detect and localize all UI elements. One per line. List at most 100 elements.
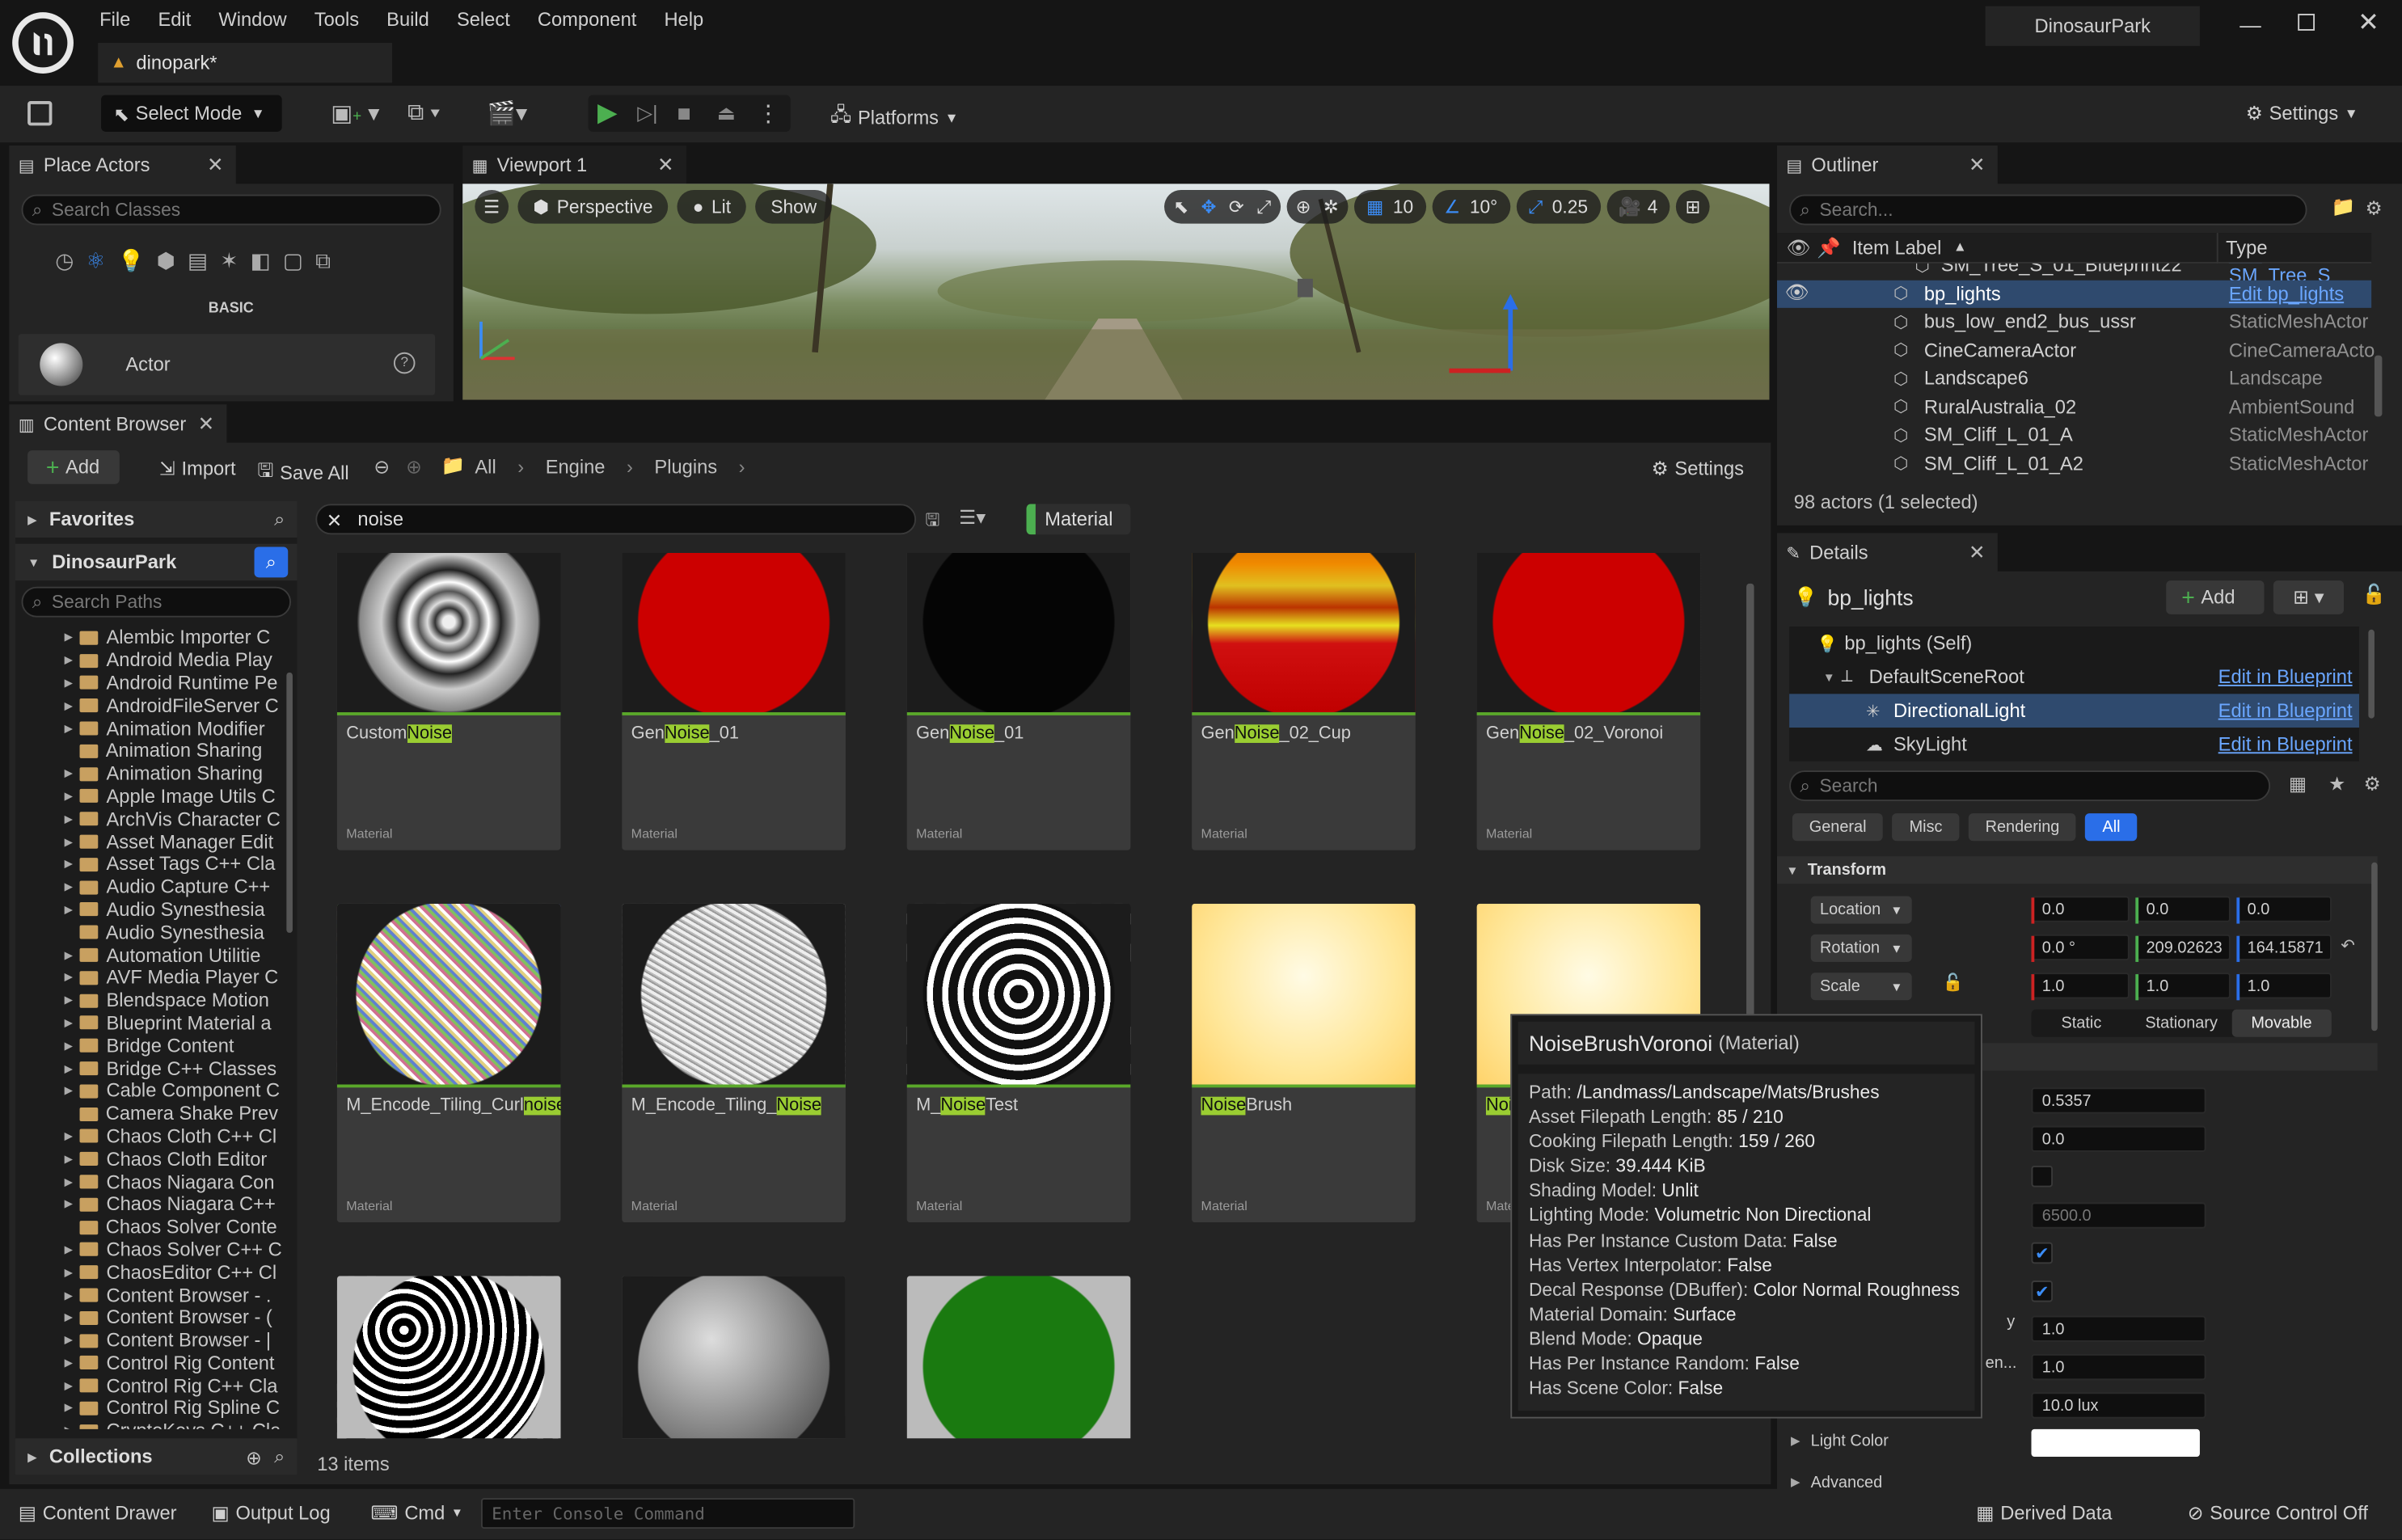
search-active-icon[interactable]: ⌕	[254, 546, 289, 578]
close-icon[interactable]: ✕	[657, 153, 674, 177]
asset-tile[interactable]	[622, 1276, 846, 1439]
folder-item[interactable]: ▶ Content Browser - .	[15, 1284, 285, 1306]
mobility-static[interactable]: Static	[2032, 1014, 2132, 1032]
component-row[interactable]: ▼ ⟂ DefaultSceneRoot Edit in Blueprint	[1789, 660, 2359, 694]
folder-item[interactable]: ▶ Blueprint Material a	[15, 1012, 285, 1035]
scale-snap-button[interactable]: ⤢ 0.25	[1515, 189, 1601, 224]
skip-icon[interactable]: ▷|	[637, 101, 677, 125]
settings-button[interactable]: ⚙ Settings ▼	[2246, 101, 2358, 124]
temperature-field[interactable]: 6500.0	[2031, 1202, 2206, 1229]
folder-item[interactable]: ▶ Cable Component C	[15, 1080, 285, 1103]
transform-section-header[interactable]: ▼ Transform	[1776, 856, 2378, 884]
pin-icon[interactable]: 📌	[1817, 238, 1841, 260]
scale-x-field[interactable]: 1.0	[2031, 973, 2130, 1001]
world-icon[interactable]: ⊕	[1296, 196, 1311, 218]
outliner-row[interactable]: ⬡ RuralAustralia_02 AmbientSound	[1777, 393, 2371, 421]
scale-dropdown[interactable]: Scale ▼	[1810, 973, 1912, 1001]
menu-help[interactable]: Help	[650, 9, 717, 31]
folder-item[interactable]: ▶ Alembic Importer C	[15, 627, 285, 649]
surface-snap-icon[interactable]: ✲	[1323, 196, 1339, 218]
folder-item[interactable]: ▶ Bridge Content	[15, 1035, 285, 1057]
output-log-button[interactable]: ▣ Output Log	[211, 1501, 330, 1524]
visibility-eye-icon[interactable]: 👁	[1784, 282, 1809, 305]
chevron-down-icon[interactable]: ▼	[1823, 670, 1835, 684]
blueprint-icon[interactable]: ⧉ ▾	[407, 99, 440, 125]
scale-y-field[interactable]: 1.0	[2135, 973, 2231, 1001]
volumes-icon[interactable]: ▢	[283, 248, 303, 274]
folder-item[interactable]: ▶ Control Rig Spline C	[15, 1397, 285, 1420]
scale-z-field[interactable]: 1.0	[2236, 973, 2332, 1001]
light-color-swatch[interactable]	[2031, 1428, 2200, 1457]
platforms-button[interactable]: 🖧 Platforms ▼	[830, 101, 959, 133]
folder-item[interactable]: ▶ Chaos Niagara C++	[15, 1193, 285, 1216]
lux-field[interactable]: 10.0 lux	[2031, 1392, 2206, 1419]
close-icon[interactable]: ✕	[198, 412, 215, 437]
details-scrollbar[interactable]	[2371, 862, 2378, 1032]
tab-details[interactable]: ✎ Details ✕	[1776, 533, 1998, 573]
add-collection-icon[interactable]: ⊕	[246, 1445, 262, 1469]
console-input[interactable]: Enter Console Command	[480, 1498, 855, 1529]
location-dropdown[interactable]: Location ▼	[1810, 896, 1912, 924]
help-icon[interactable]: ?	[393, 352, 416, 374]
rotation-x-field[interactable]: 0.0 °	[2031, 934, 2130, 962]
lock-scale-icon[interactable]: 🔓	[1943, 973, 1964, 993]
use-temperature-checkbox[interactable]	[2031, 1165, 2054, 1188]
grid-snap-button[interactable]: ▦ 10	[1353, 189, 1426, 224]
save-search-icon[interactable]: 🖫	[925, 507, 939, 536]
all-classes-icon[interactable]: ⧉	[315, 248, 331, 274]
tab-viewport[interactable]: ▦ Viewport 1 ✕	[462, 146, 686, 186]
breadcrumb-all[interactable]: All	[475, 457, 496, 479]
unreal-logo-icon[interactable]	[12, 12, 74, 74]
outliner-row[interactable]: ⬡SM_Tree_S_01_Blueprint22Edit SM_Tree_S_	[1777, 264, 2371, 287]
tab-outliner[interactable]: ▤ Outliner ✕	[1776, 146, 1998, 186]
search-classes-input[interactable]: ⌕ Search Classes	[21, 194, 441, 226]
location-x-field[interactable]: 0.0	[2031, 896, 2130, 924]
import-button[interactable]: ⇲ Import	[159, 457, 236, 479]
intensity-field[interactable]: 0.5357	[2031, 1087, 2206, 1114]
derived-data-button[interactable]: ▦ Derived Data	[1976, 1501, 2112, 1524]
source-angle-field[interactable]: 0.0	[2031, 1125, 2206, 1152]
layout-icon[interactable]: ⊞	[1676, 189, 1710, 224]
select-mode-button[interactable]: ⬉ Select Mode ▼	[101, 95, 282, 132]
folder-item[interactable]: Camera Shake Prev	[15, 1103, 285, 1125]
close-window-icon[interactable]: ✕	[2358, 7, 2379, 38]
filter-rendering[interactable]: Rendering	[1968, 813, 2077, 842]
folder-item[interactable]: ▶ Automation Utilitie	[15, 943, 285, 966]
folder-item[interactable]: ▶ Audio Capture C++	[15, 875, 285, 898]
close-icon[interactable]: ✕	[1969, 153, 1986, 177]
affects-world-checkbox[interactable]: ✔	[2031, 1242, 2054, 1264]
location-z-field[interactable]: 0.0	[2236, 896, 2332, 924]
menu-edit[interactable]: Edit	[144, 9, 205, 31]
asset-tile[interactable]	[336, 1276, 561, 1439]
reset-icon[interactable]: ↶	[2341, 936, 2354, 956]
add-actor-icon[interactable]: ▣+ ▾	[331, 99, 379, 127]
minimize-icon[interactable]: —	[2239, 12, 2261, 36]
menu-tools[interactable]: Tools	[301, 9, 373, 31]
indirect-intensity-field[interactable]: 1.0	[2031, 1315, 2206, 1342]
favorites-header[interactable]: ▶ Favorites ⌕	[15, 500, 298, 538]
folder-item[interactable]: ▶ Control Rig C++ Cla	[15, 1374, 285, 1397]
menu-window[interactable]: Window	[205, 9, 300, 31]
edit-in-blueprint-link[interactable]: Edit in Blueprint	[2218, 700, 2353, 722]
outliner-search-input[interactable]: ⌕ Search...	[1789, 194, 2307, 226]
asset-tile[interactable]	[906, 1276, 1131, 1439]
filter-icon[interactable]: ☰▾	[959, 505, 986, 529]
show-button[interactable]: Show	[755, 189, 833, 224]
folder-item[interactable]: ▶ AndroidFileServer C	[15, 694, 285, 717]
asset-tile[interactable]: GenNoise_01 Material	[622, 553, 846, 850]
play-icon[interactable]: ▶	[597, 98, 637, 129]
col-item-label[interactable]: Item Label	[1852, 238, 1942, 259]
folder-item[interactable]: ▶ CryptoKeys C++ Cla	[15, 1420, 285, 1429]
eject-icon[interactable]: ⏏	[717, 101, 757, 125]
folder-item[interactable]: ▶ Animation Sharing	[15, 762, 285, 785]
mobility-stationary[interactable]: Stationary	[2131, 1014, 2231, 1032]
edit-in-blueprint-link[interactable]: Edit in Blueprint	[2218, 734, 2353, 756]
asset-tile[interactable]: M_Encode_Tiling_Noise Material	[622, 903, 846, 1223]
folder-item[interactable]: ▶ AVF Media Player C	[15, 967, 285, 989]
star-icon[interactable]: ★	[2328, 772, 2345, 795]
chevron-right-icon[interactable]: ▶	[1791, 1475, 1800, 1489]
menu-component[interactable]: Component	[524, 9, 651, 31]
close-icon[interactable]: ✕	[207, 153, 224, 177]
folder-item[interactable]: Animation Sharing	[15, 740, 285, 762]
components-scrollbar[interactable]	[2368, 629, 2375, 719]
